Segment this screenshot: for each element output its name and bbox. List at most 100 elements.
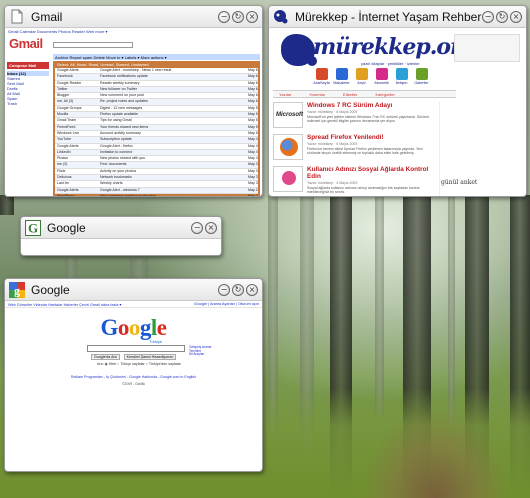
minimize-icon[interactable]: −: [482, 10, 494, 23]
reload-icon[interactable]: ↻: [232, 283, 244, 296]
email-subject: Digest - 12 new messages: [100, 105, 143, 110]
email-sender: Windows Live: [57, 130, 80, 135]
email-subject: Your friends shared new items: [100, 124, 149, 129]
nav-icon: [335, 68, 348, 80]
close-icon[interactable]: ×: [510, 10, 522, 23]
email-sender: Mozilla: [57, 112, 69, 117]
post-thumbnail: Microsoft: [273, 102, 303, 128]
google-window-small[interactable]: G Google − ×: [20, 216, 222, 256]
email-subject: Fwd: documents: [100, 162, 127, 167]
close-icon[interactable]: ×: [246, 10, 258, 23]
google-account-links: iGoogle | Arama Ayarları | Oturum açın: [193, 302, 259, 306]
post-excerpt: Microsoft'un yeni işletim sistemi Window…: [307, 115, 430, 124]
header-banner: [454, 34, 520, 62]
blog-post: Spread Firefox Yenilendi! Yazar: mürekkep…: [273, 134, 433, 160]
email-date: May 3: [248, 175, 258, 180]
email-date: May 4: [248, 137, 258, 142]
minimize-icon[interactable]: −: [191, 221, 203, 234]
gmail-window[interactable]: Gmail − ↻ × Gmail Calendar Documents Pho…: [4, 5, 263, 197]
murekkep-favicon: [273, 9, 289, 25]
gmail-thumbnail[interactable]: Gmail Calendar Documents Photos Reader W…: [5, 28, 262, 196]
email-sender: YouTube: [57, 137, 72, 142]
email-subject: Re: project notes and updates: [100, 99, 148, 104]
murekkep-window[interactable]: Mürekkep - İnternet Yaşam Rehberiniz − ↻…: [268, 5, 527, 197]
gmail-sidebar: Compose Mail Inbox (12) Starred Sent Mai…: [5, 60, 51, 196]
email-date: May 5: [248, 112, 258, 117]
email-subject: Google Alert - firefox: [100, 143, 133, 148]
email-date: May 4: [248, 143, 258, 148]
nav-label: Arşiv: [357, 81, 366, 85]
google-thumbnail[interactable]: Web Görseller Videolar Haritalar Haberle…: [5, 301, 262, 471]
murekkep-tagline: yazılı kitaplar · yenilikler · izlenim: [361, 61, 420, 66]
close-icon[interactable]: ×: [246, 283, 258, 296]
email-subject: Firefox update available: [100, 112, 139, 117]
email-subject: Subscription update: [100, 137, 132, 142]
post-meta: Yazar: mürekkep · 5 Mayıs 2009: [307, 142, 358, 146]
compose-button: Compose Mail: [7, 62, 49, 69]
google-logo-letter: g: [139, 315, 152, 340]
email-subject: Network bookmarks: [100, 175, 132, 180]
nav-icon: [395, 68, 408, 80]
email-date: May 3: [248, 181, 258, 186]
email-sender: Facebook: [57, 74, 73, 79]
email-date: May 4: [248, 149, 258, 154]
close-icon[interactable]: ×: [205, 221, 217, 234]
email-date: May 6: [248, 93, 258, 98]
email-date: May 6: [248, 74, 258, 79]
nav-item: Arşiv: [353, 68, 370, 85]
post-title: Spread Firefox Yenilendi!: [307, 134, 384, 141]
google-logo: Google: [5, 315, 262, 341]
window-title: Mürekkep - İnternet Yaşam Rehberiniz: [295, 9, 482, 24]
google-window[interactable]: g Google − ↻ × Web Görseller Videolar Ha…: [4, 278, 263, 472]
folder-item: Trash: [7, 101, 18, 106]
sidebar-heading: günül anket: [441, 179, 478, 186]
email-sender: Delicious: [57, 175, 72, 180]
email-subject: Reader weekly summary: [100, 80, 140, 85]
email-sender: WordPress: [57, 193, 75, 196]
minimize-icon[interactable]: −: [218, 283, 230, 296]
google-g-icon: G: [25, 219, 41, 236]
google-favicon-icon: g: [9, 281, 25, 298]
nav-icon: [315, 68, 328, 80]
post-meta: Yazar: mürekkep · 4 Mayıs 2009: [307, 181, 358, 185]
google-logo-letter: e: [156, 315, 167, 340]
email-sender: LinkedIn: [57, 149, 71, 154]
gmail-search-box: [53, 42, 133, 48]
email-date: May 5: [248, 124, 258, 129]
google-top-links: Web Görseller Videolar Haritalar Haberle…: [8, 303, 122, 307]
minimize-icon[interactable]: −: [218, 10, 230, 23]
post-meta: Yazar: mürekkep · 6 Mayıs 2009: [307, 110, 358, 114]
reload-icon[interactable]: ↻: [232, 10, 244, 23]
email-subject: New comment awaiting moderation: [100, 193, 157, 196]
gmail-action-bar: Archive Report spam Delete Move to ▾ Lab…: [53, 54, 260, 60]
email-date: May 2: [248, 187, 258, 192]
google-footer-links: Reklam Programları - İş Çözümleri - Goog…: [70, 375, 197, 379]
blog-post: Kullanıcı Adınızı Sosyal Ağlarda Kontrol…: [273, 166, 433, 195]
lucky-button: Kendimi Şanslı Hissediyorum: [123, 354, 177, 360]
google-copyright: ©2009 - Gizlilik: [122, 382, 145, 386]
ink-blot-logo-icon: [281, 34, 317, 66]
language-tools-link: Dil Araçları: [189, 352, 205, 357]
nav-label: AnaSayfa: [313, 81, 330, 85]
email-date: May 2: [248, 193, 258, 196]
email-date: May 3: [248, 168, 258, 173]
email-sender: Picasa: [57, 156, 68, 161]
window-title: Gmail: [31, 9, 63, 24]
murekkep-thumbnail[interactable]: mürekkep.org yazılı kitaplar · yenilikle…: [269, 28, 526, 196]
gmail-titlebar[interactable]: Gmail − ↻ ×: [5, 6, 262, 28]
email-subject: Weekly charts: [100, 181, 123, 186]
email-sender: Twitter: [57, 86, 68, 91]
google-logo-letter: o: [117, 315, 130, 340]
google-titlebar[interactable]: g Google − ↻ ×: [5, 279, 262, 301]
google-side-links: Gelişmiş Arama Tercihler Dil Araçları: [189, 345, 211, 357]
google-small-titlebar[interactable]: G Google − ×: [21, 217, 221, 239]
post-title: Windows 7 RC Sürüm Adayı: [307, 102, 393, 109]
reload-icon[interactable]: ↻: [496, 10, 508, 23]
subnav-item: Etiketler: [343, 92, 358, 97]
search-scope-radios: Ara: ◉ Web ○ Türkçe sayfalar ○ Türkiye'd…: [97, 362, 181, 366]
email-subject: Activity on your photos: [100, 168, 137, 173]
email-sender: Google Groups: [57, 105, 82, 110]
email-sender: Google Reader: [57, 80, 82, 85]
murekkep-titlebar[interactable]: Mürekkep - İnternet Yaşam Rehberiniz − ↻…: [269, 6, 526, 28]
email-date: May 3: [248, 162, 258, 167]
